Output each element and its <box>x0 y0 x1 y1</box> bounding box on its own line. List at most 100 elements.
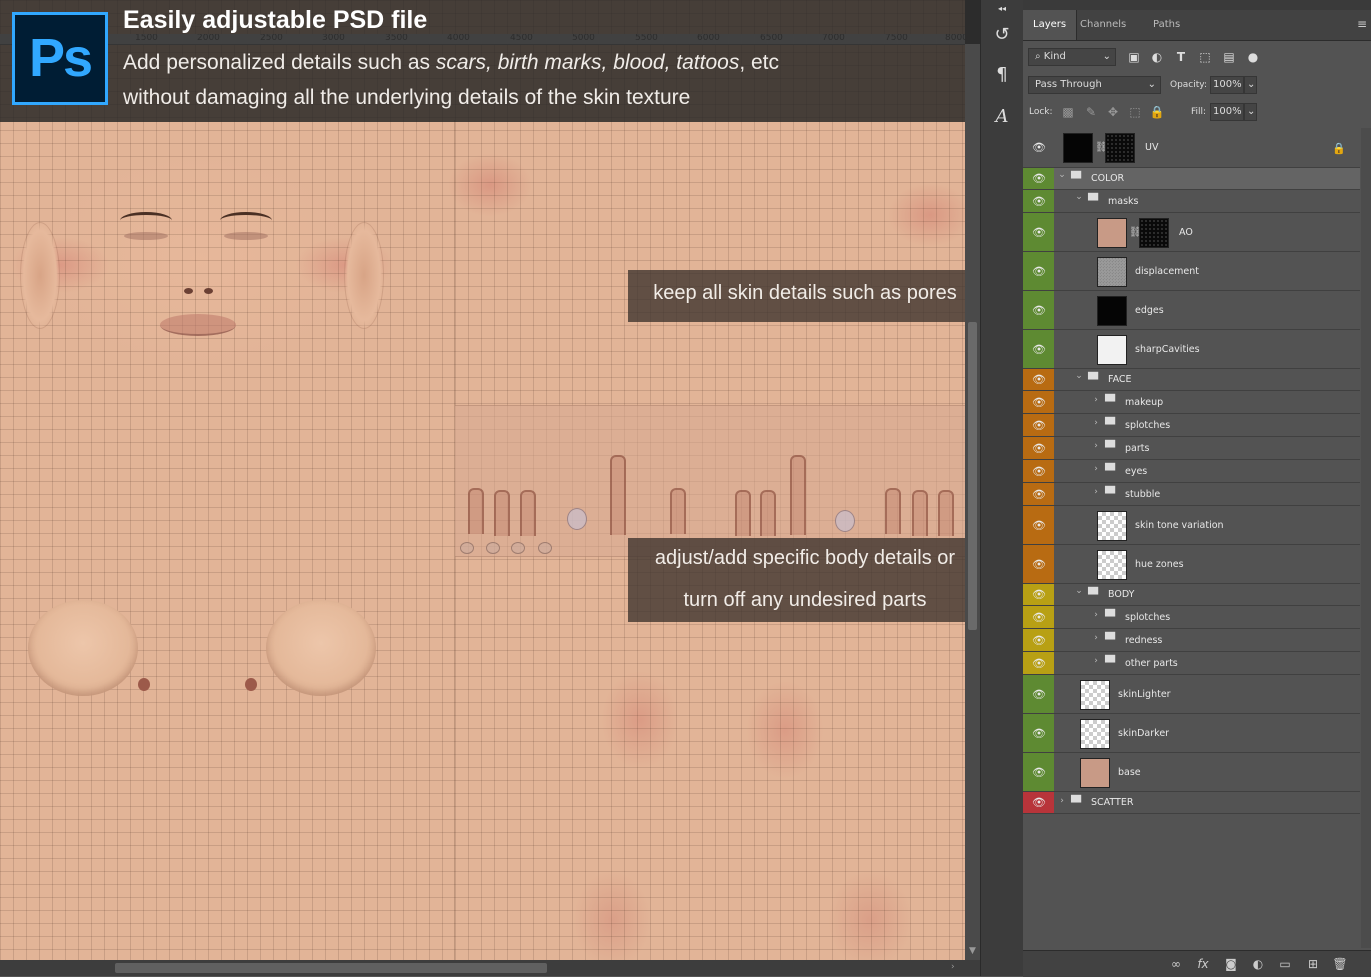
layer-name[interactable]: skinDarker <box>1118 728 1169 739</box>
layer-row-ao[interactable]: 👁 ⛓ AO <box>1023 213 1360 252</box>
tab-channels[interactable]: Channels <box>1070 10 1136 40</box>
layer-name[interactable]: sharpCavities <box>1135 344 1200 355</box>
layer-row-edges[interactable]: 👁 edges <box>1023 291 1360 330</box>
visibility-eye-icon[interactable]: 👁 <box>1032 265 1046 279</box>
layer-thumbnail[interactable] <box>1097 218 1127 248</box>
chevron-right-icon[interactable]: › <box>1091 464 1101 474</box>
layer-group-eyes[interactable]: 👁 › ▀ eyes <box>1023 460 1360 483</box>
layer-row-skindarker[interactable]: 👁 skinDarker <box>1023 714 1360 753</box>
layer-name[interactable]: other parts <box>1125 658 1178 669</box>
visibility-eye-icon[interactable]: 👁 <box>1032 488 1046 502</box>
layer-group-other-parts[interactable]: 👁 › ▀ other parts <box>1023 652 1360 675</box>
layer-name[interactable]: edges <box>1135 305 1164 316</box>
visibility-eye-icon[interactable]: 👁 <box>1032 304 1046 318</box>
visibility-eye-icon[interactable]: 👁 <box>1032 588 1046 602</box>
opacity-chevron-icon[interactable]: ⌄ <box>1244 76 1257 94</box>
chevron-down-icon[interactable]: ⌄ <box>1074 586 1084 596</box>
layer-row-uv[interactable]: 👁 ⛓ UV 🔒 <box>1023 128 1360 168</box>
horizontal-scroll-thumb[interactable] <box>115 963 547 973</box>
layer-group-parts[interactable]: 👁 › ▀ parts <box>1023 437 1360 460</box>
layer-row-sharpcavities[interactable]: 👁 sharpCavities <box>1023 330 1360 369</box>
tab-paths[interactable]: Paths <box>1143 10 1190 40</box>
layer-group-stubble[interactable]: 👁 › ▀ stubble <box>1023 483 1360 506</box>
lock-position-icon[interactable]: ✥ <box>1105 104 1121 120</box>
new-layer-icon[interactable]: ⊞ <box>1305 956 1321 972</box>
adjustment-layer-icon[interactable]: ◐ <box>1250 956 1266 972</box>
new-group-icon[interactable]: ▭ <box>1277 956 1293 972</box>
fill-input[interactable]: 100% <box>1210 103 1244 121</box>
link-layers-icon[interactable]: ∞ <box>1168 956 1184 972</box>
chevron-right-icon[interactable]: › <box>1091 610 1101 620</box>
layer-thumbnail[interactable] <box>1080 719 1110 749</box>
layer-group-splotches[interactable]: 👁 › ▀ splotches <box>1023 606 1360 629</box>
layer-mask-thumbnail[interactable] <box>1105 133 1135 163</box>
layer-name[interactable]: splotches <box>1125 612 1170 623</box>
layer-row-skin-tone-variation[interactable]: 👁 skin tone variation <box>1023 506 1360 545</box>
chevron-down-icon[interactable]: ⌄ <box>1057 170 1067 180</box>
lock-image-icon[interactable]: ✎ <box>1083 104 1099 120</box>
layers-scrollbar[interactable] <box>1361 128 1371 948</box>
layer-name[interactable]: makeup <box>1125 397 1163 408</box>
chevron-right-icon[interactable]: › <box>1091 487 1101 497</box>
visibility-eye-icon[interactable]: 👁 <box>1032 343 1046 357</box>
pixel-filter-icon[interactable]: ▣ <box>1126 49 1142 65</box>
adjustment-filter-icon[interactable]: ◐ <box>1149 49 1165 65</box>
lock-artboard-icon[interactable]: ⬚ <box>1127 104 1143 120</box>
layer-name[interactable]: skin tone variation <box>1135 520 1224 531</box>
visibility-eye-icon[interactable]: 👁 <box>1032 465 1046 479</box>
visibility-eye-icon[interactable]: 👁 <box>1032 558 1046 572</box>
layer-name[interactable]: stubble <box>1125 489 1160 500</box>
paragraph-style-icon[interactable]: ¶ <box>989 62 1015 88</box>
lock-transparent-icon[interactable]: ▩ <box>1060 104 1076 120</box>
chevron-right-icon[interactable]: › <box>1057 796 1067 806</box>
visibility-eye-icon[interactable]: 👁 <box>1032 611 1046 625</box>
history-brush-icon[interactable]: ↺ <box>989 22 1015 48</box>
visibility-eye-icon[interactable]: 👁 <box>1032 796 1046 810</box>
layer-group-color[interactable]: 👁 ⌄ ▀ COLOR <box>1023 168 1360 190</box>
chevron-down-icon[interactable]: ⌄ <box>1074 371 1084 381</box>
layer-thumbnail[interactable] <box>1097 257 1127 287</box>
chevron-right-icon[interactable]: › <box>1091 418 1101 428</box>
visibility-eye-icon[interactable]: 👁 <box>1032 657 1046 671</box>
layer-group-masks[interactable]: 👁 ⌄ ▀ masks <box>1023 190 1360 213</box>
visibility-eye-icon[interactable]: 👁 <box>1032 172 1046 186</box>
shape-filter-icon[interactable]: ⬚ <box>1197 49 1213 65</box>
layer-name[interactable]: redness <box>1125 635 1162 646</box>
filter-toggle-icon[interactable]: ● <box>1245 49 1261 65</box>
layer-row-base[interactable]: 👁 base <box>1023 753 1360 792</box>
visibility-eye-icon[interactable]: 👁 <box>1032 634 1046 648</box>
layer-name[interactable]: displacement <box>1135 266 1199 277</box>
collapse-panels-icon[interactable]: ◂◂ <box>989 4 1015 14</box>
chevron-down-icon[interactable]: ⌄ <box>1074 192 1084 202</box>
layer-name[interactable]: eyes <box>1125 466 1147 477</box>
layer-thumbnail[interactable] <box>1063 133 1093 163</box>
layer-name[interactable]: FACE <box>1108 374 1132 385</box>
layer-thumbnail[interactable] <box>1080 680 1110 710</box>
visibility-eye-icon[interactable]: 👁 <box>1032 442 1046 456</box>
layer-row-hue-zones[interactable]: 👁 hue zones <box>1023 545 1360 584</box>
fx-icon[interactable]: fx <box>1195 956 1211 972</box>
layer-name[interactable]: SCATTER <box>1091 797 1133 808</box>
mask-link-icon[interactable]: ⛓ <box>1129 227 1142 238</box>
layer-name[interactable]: AO <box>1179 227 1193 238</box>
document-canvas[interactable] <box>0 0 965 960</box>
layer-name[interactable]: COLOR <box>1091 173 1124 184</box>
opacity-input[interactable]: 100% <box>1210 76 1244 94</box>
layer-name[interactable]: UV <box>1145 142 1158 153</box>
layer-name[interactable]: skinLighter <box>1118 689 1171 700</box>
delete-layer-icon[interactable]: 🗑 <box>1332 956 1348 972</box>
type-filter-icon[interactable]: T <box>1173 49 1189 65</box>
visibility-eye-icon[interactable]: 👁 <box>1032 396 1046 410</box>
layer-group-redness[interactable]: 👁 › ▀ redness <box>1023 629 1360 652</box>
layer-name[interactable]: parts <box>1125 443 1149 454</box>
visibility-eye-icon[interactable]: 👁 <box>1032 373 1046 387</box>
layer-thumbnail[interactable] <box>1097 550 1127 580</box>
layer-group-scatter[interactable]: 👁 › ▀ SCATTER <box>1023 792 1360 814</box>
visibility-eye-icon[interactable]: 👁 <box>1032 727 1046 741</box>
layer-name[interactable]: masks <box>1108 196 1138 207</box>
layer-row-skinlighter[interactable]: 👁 skinLighter <box>1023 675 1360 714</box>
layer-name[interactable]: splotches <box>1125 420 1170 431</box>
chevron-right-icon[interactable]: › <box>1091 441 1101 451</box>
visibility-eye-icon[interactable]: 👁 <box>1032 688 1046 702</box>
fill-chevron-icon[interactable]: ⌄ <box>1244 103 1257 121</box>
